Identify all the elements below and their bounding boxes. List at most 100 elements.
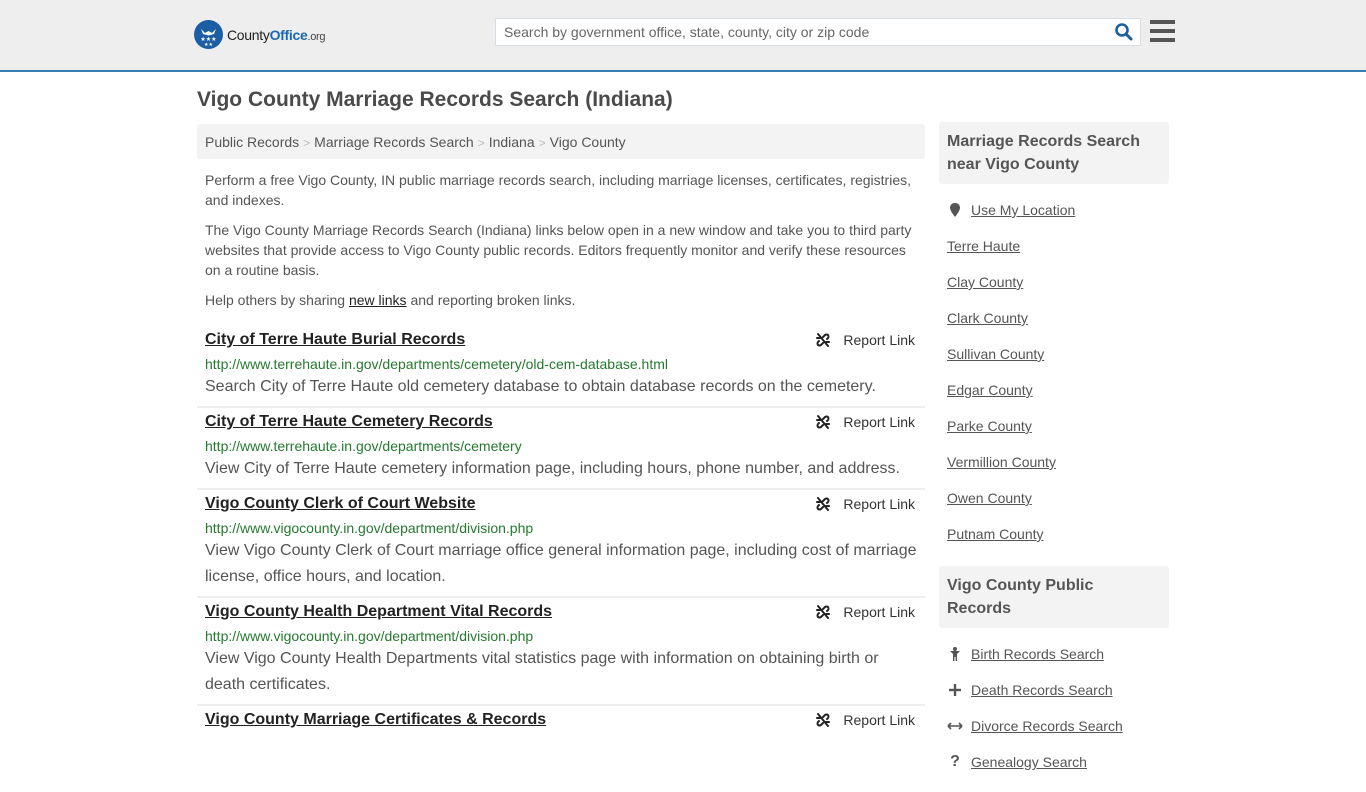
report-link-label: Report Link [843,604,915,620]
result-item: City of Terre Haute Burial Records Repor… [197,326,925,408]
arrows-horizontal-icon [947,720,963,732]
hamburger-menu-button[interactable] [1150,20,1175,42]
menu-bar [1150,29,1175,33]
result-description: View City of Terre Haute cemetery inform… [205,460,900,477]
public-records-item: Divorce Records Search [947,708,1161,744]
child-icon [947,646,963,662]
nearby-link-parke-county[interactable]: Parke County [947,418,1032,434]
question-icon: ? [950,753,960,770]
broken-link-icon [816,333,831,347]
menu-bar [1150,38,1175,42]
site-header: ★★★ ★★ CountyOffice.org [0,0,1366,72]
breadcrumb-indiana[interactable]: Indiana [489,134,535,150]
breadcrumb-vigo-county[interactable]: Vigo County [550,134,626,150]
result-description: Search City of Terre Haute old cemetery … [205,378,876,395]
nearby-item: Putnam County [947,516,1161,552]
breadcrumb: Public Records > Marriage Records Search > I… [197,124,925,159]
nearby-heading: Marriage Records Search near Vigo County [939,122,1169,184]
svg-text:★★: ★★ [204,42,213,48]
nearby-item: Clark County [947,300,1161,336]
report-link-label: Report Link [843,414,915,430]
result-item: Vigo County Marriage Certificates & Reco… [197,706,925,736]
intro-text-before-link: Help others by sharing [205,292,349,308]
nearby-link-clay-county[interactable]: Clay County [947,274,1023,290]
nearby-item: Parke County [947,408,1161,444]
report-link-button[interactable]: Report Link [815,414,915,430]
result-url: http://www.vigocounty.in.gov/department/… [205,520,534,536]
nearby-link-clark-county[interactable]: Clark County [947,310,1028,326]
site-search [495,18,1141,46]
death-records-search-link[interactable]: Death Records Search [971,682,1113,698]
broken-link-icon [816,605,831,619]
intro-paragraph-2: The Vigo County Marriage Records Search … [205,222,912,278]
hamburger-menu-icon [1150,20,1175,24]
public-records-heading: Vigo County Public Records [939,566,1169,628]
result-url: http://www.vigocounty.in.gov/department/… [205,628,534,644]
plus-icon [947,683,963,697]
nearby-link-owen-county[interactable]: Owen County [947,490,1032,506]
sidebar: Marriage Records Search near Vigo County… [939,122,1169,792]
result-item: Vigo County Health Department Vital Reco… [197,598,925,706]
breadcrumb-separator: > [538,136,546,150]
intro-text-after-link: and reporting broken links. [406,292,576,308]
page-title: Vigo County Marriage Records Search (Ind… [197,88,673,111]
search-input[interactable] [496,19,1096,45]
nearby-link-vermillion-county[interactable]: Vermillion County [947,454,1056,470]
intro-paragraph-1: Perform a free Vigo County, IN public ma… [205,172,911,208]
birth-records-search-link[interactable]: Birth Records Search [971,646,1104,662]
nearby-item: Vermillion County [947,444,1161,480]
report-link-label: Report Link [843,712,915,728]
nearby-item: Sullivan County [947,336,1161,372]
result-title-link[interactable]: City of Terre Haute Cemetery Records [205,412,493,432]
result-title-link[interactable]: Vigo County Marriage Certificates & Reco… [205,710,546,730]
nearby-item: Owen County [947,480,1161,516]
report-link-button[interactable]: Report Link [815,332,915,348]
public-records-list: Birth Records Search Death Records Searc… [939,628,1169,792]
map-marker-icon [947,202,963,218]
report-link-label: Report Link [843,496,915,512]
nearby-link-sullivan-county[interactable]: Sullivan County [947,346,1044,362]
intro-text: Perform a free Vigo County, IN public ma… [205,170,920,320]
eagle-stars-logo-icon: ★★★ ★★ [194,20,223,49]
result-description: View Vigo County Clerk of Court marriage… [205,542,917,585]
nearby-item: Clay County [947,264,1161,300]
use-my-location-item: Use My Location [947,192,1161,228]
broken-link-icon [816,713,831,727]
results-list: City of Terre Haute Burial Records Repor… [197,326,925,736]
report-link-button[interactable]: Report Link [815,712,915,728]
result-item: Vigo County Clerk of Court Website Repor… [197,490,925,598]
intro-paragraph-3: Help others by sharing new links and rep… [205,290,920,310]
result-title-link[interactable]: City of Terre Haute Burial Records [205,330,465,350]
result-title-link[interactable]: Vigo County Clerk of Court Website [205,494,476,514]
public-records-item: Birth Records Search [947,636,1161,672]
report-link-button[interactable]: Report Link [815,604,915,620]
nearby-list: Use My Location Terre Haute Clay County … [939,184,1169,564]
search-button[interactable] [1114,22,1134,42]
logo-wordmark: CountyOffice.org [227,26,326,43]
report-link-button[interactable]: Report Link [815,496,915,512]
nearby-link-putnam-county[interactable]: Putnam County [947,526,1044,542]
result-description: View Vigo County Health Departments vita… [205,650,879,693]
report-link-label: Report Link [843,332,915,348]
nearby-link-edgar-county[interactable]: Edgar County [947,382,1033,398]
nearby-link-terre-haute[interactable]: Terre Haute [947,238,1020,254]
breadcrumb-separator: > [477,136,485,150]
public-records-item: ? Genealogy Search [947,744,1161,780]
result-url: http://www.terrehaute.in.gov/departments… [205,356,668,372]
broken-link-icon [816,415,831,429]
result-url: http://www.terrehaute.in.gov/departments… [205,438,522,454]
new-links-link[interactable]: new links [349,292,407,308]
nearby-item: Terre Haute [947,228,1161,264]
nearby-item: Edgar County [947,372,1161,408]
result-item: City of Terre Haute Cemetery Records Rep… [197,408,925,490]
divorce-records-search-link[interactable]: Divorce Records Search [971,718,1123,734]
search-icon [1115,23,1133,41]
breadcrumb-public-records[interactable]: Public Records [205,134,299,150]
breadcrumb-marriage-records-search[interactable]: Marriage Records Search [314,134,474,150]
use-my-location-link[interactable]: Use My Location [971,202,1075,218]
site-logo[interactable]: ★★★ ★★ CountyOffice.org [194,20,326,49]
result-title-link[interactable]: Vigo County Health Department Vital Reco… [205,602,552,622]
public-records-item: Death Records Search [947,672,1161,708]
broken-link-icon [816,497,831,511]
breadcrumb-separator: > [303,136,311,150]
